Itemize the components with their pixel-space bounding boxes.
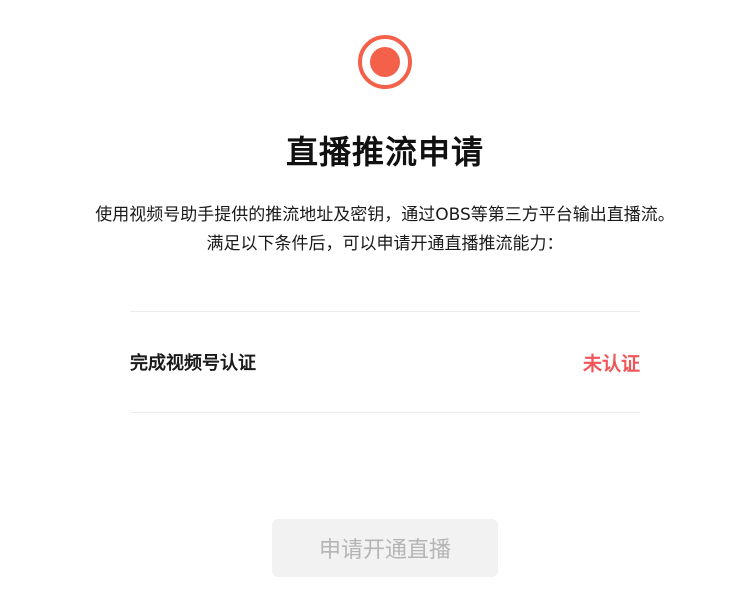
live-stream-application-page: 直播推流申请 使用视频号助手提供的推流地址及密钥，通过OBS等第三方平台输出直播… (0, 0, 734, 614)
live-record-icon (358, 35, 412, 89)
apply-live-stream-button[interactable]: 申请开通直播 (272, 519, 498, 577)
requirement-label: 完成视频号认证 (130, 353, 256, 374)
requirement-row-verification: 完成视频号认证 未认证 (130, 312, 640, 412)
live-record-icon-dot (370, 47, 400, 77)
requirement-status-badge: 未认证 (582, 352, 640, 375)
description-line-2: 满足以下条件后，可以申请开通直播推流能力： (206, 234, 564, 254)
description-line-1: 使用视频号助手提供的推流地址及密钥，通过OBS等第三方平台输出直播流。 (95, 205, 675, 225)
page-title: 直播推流申请 (285, 133, 484, 171)
divider-bottom (130, 412, 640, 413)
